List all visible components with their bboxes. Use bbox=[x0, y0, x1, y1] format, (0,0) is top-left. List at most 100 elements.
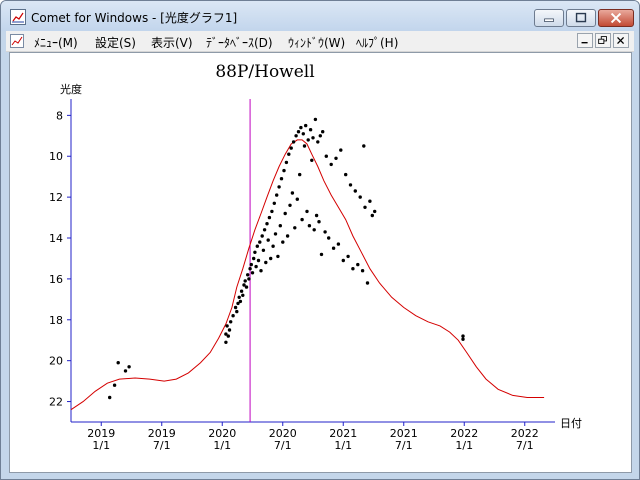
observation-point bbox=[312, 228, 316, 232]
observation-point bbox=[304, 123, 308, 128]
menu-item-window[interactable]: ｳｨﾝﾄﾞｳ(W) bbox=[288, 34, 345, 51]
menu-item-help[interactable]: ﾍﾙﾌﾟ(H) bbox=[356, 34, 398, 51]
y-tick-label: 16 bbox=[49, 273, 63, 286]
minimize-button[interactable] bbox=[534, 9, 564, 27]
observation-point bbox=[329, 162, 333, 167]
menu-item-menu[interactable]: ﾒﾆｭｰ(M) bbox=[34, 34, 78, 51]
observation-point bbox=[227, 328, 232, 332]
observation-point bbox=[301, 132, 305, 136]
observation-point bbox=[281, 240, 285, 244]
observation-point bbox=[256, 258, 261, 263]
close-button[interactable] bbox=[598, 9, 634, 27]
mdi-close-button[interactable] bbox=[613, 33, 629, 48]
observation-point bbox=[279, 177, 284, 181]
observation-point bbox=[266, 238, 270, 242]
mdi-minimize-icon bbox=[581, 42, 588, 44]
observation-point bbox=[299, 125, 303, 130]
observation-point bbox=[356, 262, 360, 267]
y-tick-label: 12 bbox=[49, 191, 63, 204]
maximize-icon bbox=[575, 12, 587, 23]
observation-point bbox=[294, 134, 298, 138]
close-icon bbox=[610, 12, 622, 24]
observation-point bbox=[123, 369, 128, 373]
minimize-icon bbox=[544, 18, 554, 22]
observation-point bbox=[358, 195, 362, 199]
observation-point bbox=[284, 160, 289, 165]
observation-point bbox=[231, 314, 235, 318]
observation-point bbox=[285, 234, 290, 238]
observation-point bbox=[255, 244, 259, 248]
y-tick-label: 20 bbox=[49, 355, 63, 368]
chart-area: 88P/Howell 光度 日付 8 10 12 14 16 18 20 22 2019 1/1 2019… bbox=[9, 52, 632, 473]
y-tick-label: 22 bbox=[49, 396, 63, 409]
observation-point bbox=[348, 183, 353, 187]
observation-point bbox=[265, 222, 269, 226]
observation-point bbox=[246, 273, 250, 277]
observation-point bbox=[112, 383, 117, 387]
y-tick-label: 8 bbox=[56, 109, 63, 122]
x-tick-label-date: 7/1 bbox=[274, 439, 292, 452]
observation-point bbox=[238, 299, 243, 304]
observation-point bbox=[323, 230, 327, 234]
observation-point bbox=[278, 224, 282, 228]
observation-point bbox=[461, 334, 465, 338]
predicted-magnitude-curve bbox=[70, 139, 545, 411]
x-tick-label-date: 7/1 bbox=[395, 439, 413, 452]
observation-point bbox=[239, 289, 244, 293]
y-tick-label: 10 bbox=[49, 150, 63, 163]
observation-point bbox=[362, 144, 366, 148]
maximize-button[interactable] bbox=[566, 9, 596, 27]
observation-point bbox=[271, 244, 275, 248]
observation-point bbox=[310, 158, 314, 162]
observation-point bbox=[244, 285, 249, 289]
observation-point bbox=[295, 197, 299, 201]
observation-point bbox=[249, 262, 253, 267]
window-title: Comet for Windows - [光度グラフ1] bbox=[31, 11, 238, 25]
observation-point bbox=[229, 320, 233, 324]
app-window: Comet for Windows - [光度グラフ1] ﾒﾆｭｰ(M) 設定(… bbox=[0, 0, 640, 480]
observation-point bbox=[282, 168, 286, 173]
observation-point bbox=[241, 293, 245, 297]
observation-point bbox=[296, 130, 301, 134]
observation-point bbox=[258, 240, 262, 244]
observation-point bbox=[267, 215, 272, 220]
observation-point bbox=[313, 117, 318, 122]
observation-point bbox=[224, 340, 228, 344]
observation-point bbox=[116, 361, 120, 365]
title-bar[interactable]: Comet for Windows - [光度グラフ1] bbox=[1, 1, 639, 31]
observation-point bbox=[331, 246, 336, 250]
menu-item-database[interactable]: ﾃﾞｰﾀﾍﾞｰｽ(D) bbox=[206, 34, 273, 51]
menu-item-settings[interactable]: 設定(S) bbox=[95, 34, 136, 51]
mdi-close-icon bbox=[617, 37, 625, 44]
observation-point bbox=[233, 305, 238, 310]
y-tick-label: 14 bbox=[49, 232, 63, 245]
observation-point bbox=[336, 242, 341, 246]
observation-point bbox=[273, 232, 278, 236]
observation-point bbox=[127, 365, 131, 369]
observation-point bbox=[318, 134, 322, 138]
observation-point bbox=[302, 144, 307, 148]
child-window-icon[interactable] bbox=[10, 34, 24, 48]
mdi-restore-button[interactable] bbox=[595, 33, 611, 48]
observation-point bbox=[259, 269, 263, 273]
observation-point bbox=[260, 234, 264, 238]
observation-point bbox=[360, 269, 365, 273]
light-curve-chart: 88P/Howell光度日付81012141618202220191/12019… bbox=[49, 62, 582, 452]
x-tick-label-date: 7/1 bbox=[516, 439, 534, 452]
menu-item-view[interactable]: 表示(V) bbox=[151, 34, 193, 51]
observation-point bbox=[277, 185, 281, 189]
x-tick-label-date: 1/1 bbox=[334, 439, 352, 452]
observation-point bbox=[327, 236, 331, 240]
observation-point bbox=[373, 209, 377, 214]
observation-point bbox=[298, 172, 302, 177]
observation-point bbox=[370, 213, 374, 218]
observation-point bbox=[316, 140, 320, 144]
graph-document-icon[interactable] bbox=[10, 9, 26, 25]
observation-point bbox=[287, 152, 291, 156]
observation-point bbox=[288, 203, 292, 207]
observation-point bbox=[226, 334, 230, 338]
mdi-minimize-button[interactable] bbox=[577, 33, 593, 48]
observation-point bbox=[237, 295, 241, 299]
observation-point bbox=[283, 211, 287, 216]
observation-point bbox=[346, 254, 350, 259]
